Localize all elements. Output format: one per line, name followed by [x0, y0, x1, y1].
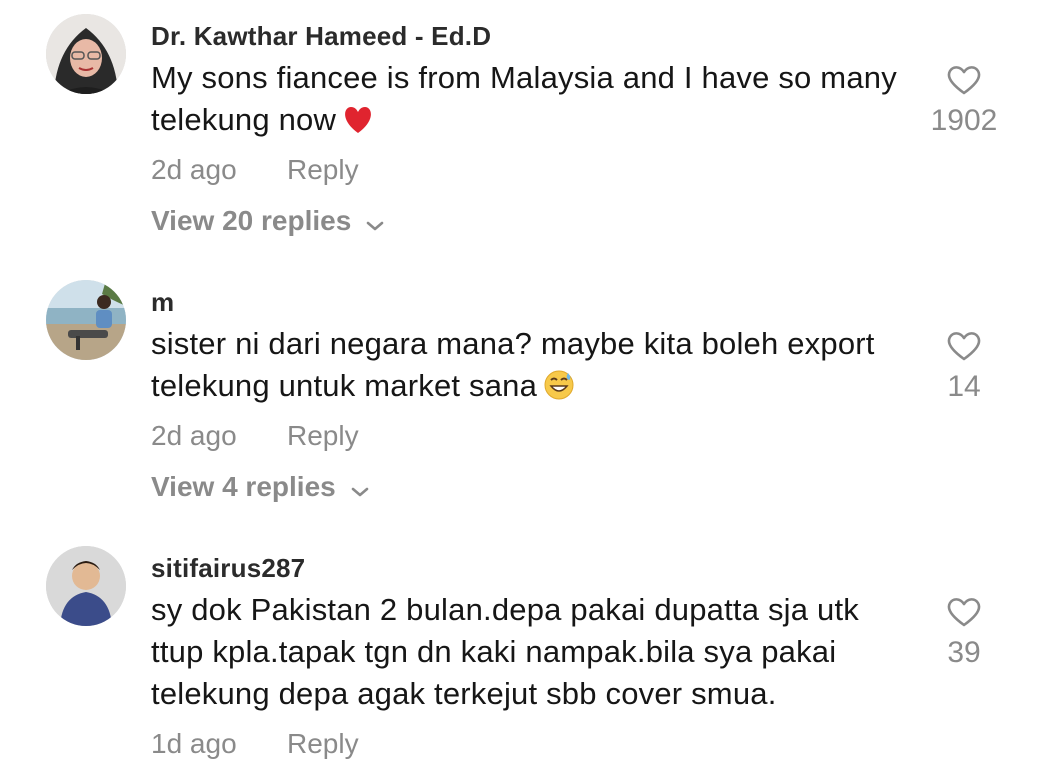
like-button[interactable]: 1902	[916, 64, 1012, 138]
comment-timestamp: 1d ago	[151, 728, 237, 759]
comment-meta: 2d ago Reply	[151, 420, 359, 452]
comment-timestamp: 2d ago	[151, 420, 237, 451]
like-count: 39	[947, 636, 981, 669]
chevron-down-icon	[365, 207, 385, 239]
avatar-image	[46, 280, 126, 360]
like-count: 1902	[930, 104, 998, 137]
avatar-image	[46, 546, 126, 626]
avatar-image	[46, 14, 126, 94]
reply-button[interactable]: Reply	[287, 728, 359, 760]
comment-username[interactable]: m	[151, 287, 174, 318]
avatar[interactable]	[46, 14, 126, 94]
heart-outline-icon	[947, 598, 981, 627]
comment-meta: 2d ago Reply	[151, 154, 359, 186]
comment-text: My sons fiancee is from Malaysia and I h…	[151, 57, 911, 146]
chevron-down-icon	[350, 473, 370, 505]
comment-username[interactable]: Dr. Kawthar Hameed - Ed.D	[151, 21, 491, 52]
like-button[interactable]: 39	[916, 596, 1012, 670]
view-replies-label: View 4 replies	[151, 471, 336, 502]
comment-text-content: sister ni dari negara mana? maybe kita b…	[151, 326, 875, 403]
comment-meta: 1d ago Reply	[151, 728, 359, 760]
avatar[interactable]	[46, 546, 126, 626]
reply-button[interactable]: Reply	[287, 154, 359, 186]
grinning-sweat-emoji	[543, 369, 575, 412]
comment-username[interactable]: sitifairus287	[151, 553, 305, 584]
heart-outline-icon	[947, 66, 981, 95]
comment-text: sister ni dari negara mana? maybe kita b…	[151, 323, 911, 412]
comment-timestamp: 2d ago	[151, 154, 237, 185]
view-replies-label: View 20 replies	[151, 205, 352, 236]
view-replies-button[interactable]: View 20 replies	[151, 205, 385, 239]
avatar[interactable]	[46, 280, 126, 360]
reply-button[interactable]: Reply	[287, 420, 359, 452]
like-count: 14	[947, 370, 981, 403]
like-button[interactable]: 14	[916, 330, 1012, 404]
heart-outline-icon	[947, 332, 981, 361]
view-replies-button[interactable]: View 4 replies	[151, 471, 370, 505]
comment-text: sy dok Pakistan 2 bulan.depa pakai dupat…	[151, 592, 859, 711]
red-heart-emoji	[342, 104, 374, 146]
comment-text-content: My sons fiancee is from Malaysia and I h…	[151, 60, 897, 137]
